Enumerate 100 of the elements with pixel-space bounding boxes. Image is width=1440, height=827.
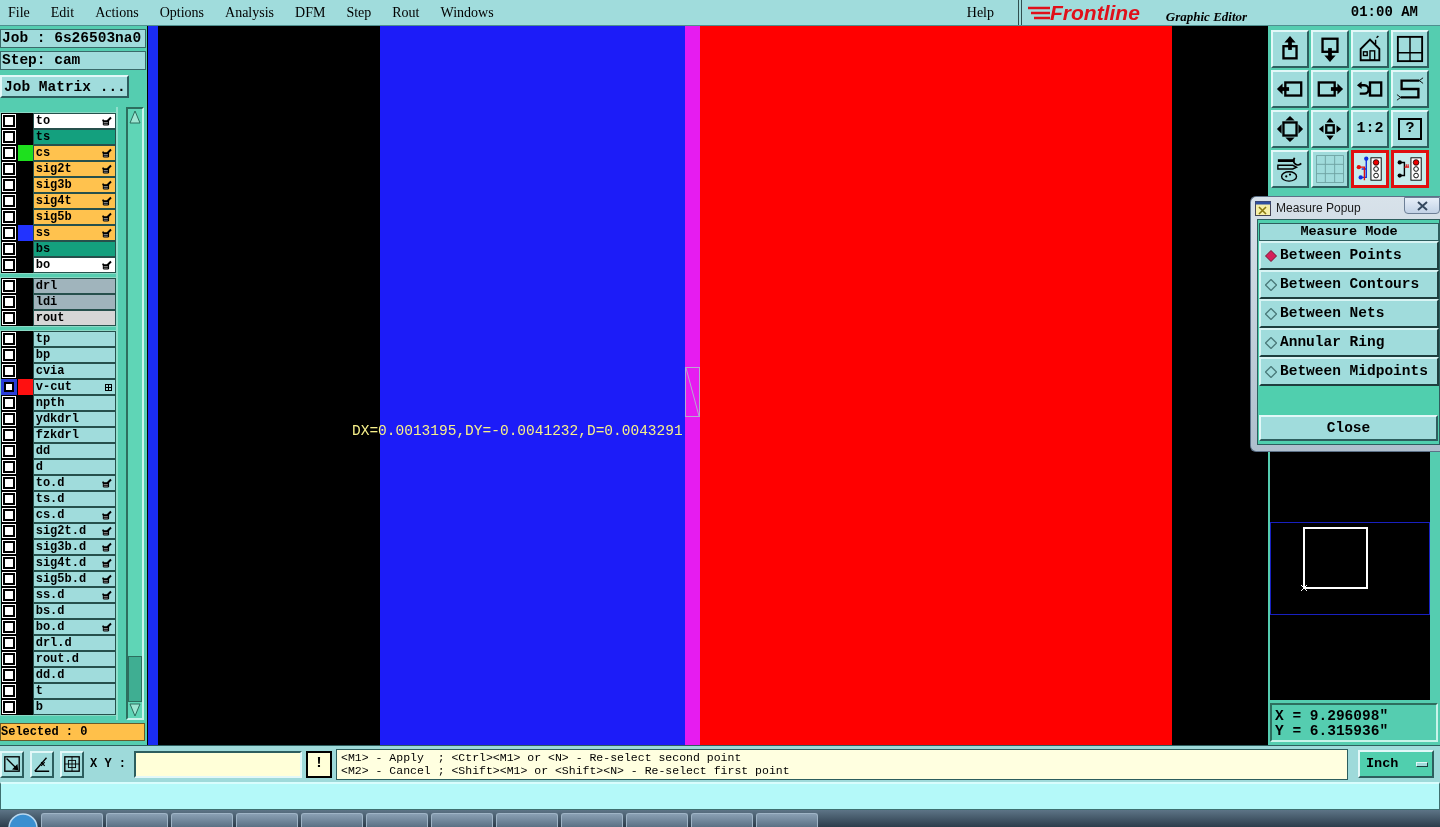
layer-checkbox[interactable] (2, 701, 15, 713)
layer-name-cell[interactable]: bo (32, 257, 116, 273)
layer-name-cell[interactable]: to (32, 113, 116, 129)
alert-button[interactable]: ! (306, 750, 332, 778)
layer-name-cell[interactable]: ydkdrl (32, 411, 116, 427)
layer-name-cell[interactable]: b (32, 699, 116, 715)
layer-checkbox[interactable] (2, 445, 15, 457)
view-frame[interactable] (1303, 527, 1368, 589)
toolbar-button[interactable] (1391, 150, 1429, 188)
layer-checkbox[interactable] (2, 259, 15, 271)
layer-checkbox[interactable] (2, 296, 15, 308)
layer-name-cell[interactable]: sig5b.d (32, 571, 116, 587)
layer-checkbox[interactable] (2, 461, 15, 473)
layer-checkbox[interactable] (2, 429, 15, 441)
layer-name-cell[interactable]: to.d (32, 475, 116, 491)
layer-name-cell[interactable]: tp (32, 331, 116, 347)
layer-name-cell[interactable]: rout (32, 310, 116, 326)
layer-name-cell[interactable]: ldi (32, 294, 116, 310)
layer-name-cell[interactable]: sig4t (32, 193, 116, 209)
layer-scrollbar[interactable] (126, 107, 144, 720)
layer-checkbox[interactable] (2, 131, 15, 143)
menu-item[interactable]: Edit (50, 3, 75, 22)
layer-checkbox[interactable] (2, 621, 15, 633)
layer-name-cell[interactable]: bp (32, 347, 116, 363)
layer-name-cell[interactable]: sig2t (32, 161, 116, 177)
toolbar-button[interactable]: 1:2 (1351, 110, 1389, 148)
layer-checkbox[interactable] (2, 589, 15, 601)
layer-checkbox[interactable] (2, 333, 15, 345)
xy-input-field[interactable] (134, 750, 302, 778)
layer-name-cell[interactable]: cs.d (32, 507, 116, 523)
layer-name-cell[interactable]: drl.d (32, 635, 116, 651)
layer-checkbox[interactable] (2, 605, 15, 617)
layer-name-cell[interactable]: ss (32, 225, 116, 241)
layer-name-cell[interactable]: bo.d (32, 619, 116, 635)
layer-name-cell[interactable]: ts (32, 129, 116, 145)
layer-checkbox[interactable] (2, 637, 15, 649)
layer-name-cell[interactable]: fzkdrl (32, 427, 116, 443)
layer-checkbox[interactable] (2, 541, 15, 553)
tool-button[interactable] (30, 750, 54, 778)
layer-checkbox[interactable] (2, 509, 15, 521)
layer-checkbox[interactable] (2, 557, 15, 569)
layer-name-cell[interactable]: sig2t.d (32, 523, 116, 539)
menu-item[interactable]: DFM (295, 3, 326, 22)
layer-name-cell[interactable]: bs.d (32, 603, 116, 619)
layer-checkbox[interactable] (2, 179, 15, 191)
layer-checkbox[interactable] (2, 243, 15, 255)
layer-name-cell[interactable]: v-cut (32, 379, 116, 395)
mode-option[interactable]: Between Contours (1259, 270, 1439, 299)
layer-name-cell[interactable]: dd (32, 443, 116, 459)
window-close-button[interactable] (1404, 197, 1440, 214)
layer-name-cell[interactable]: sig5b (32, 209, 116, 225)
layer-name-cell[interactable]: dd.d (32, 667, 116, 683)
close-button[interactable]: Close (1259, 415, 1438, 441)
tool-button[interactable] (0, 750, 24, 778)
layer-name-cell[interactable]: rout.d (32, 651, 116, 667)
layer-checkbox[interactable] (2, 477, 15, 489)
layer-checkbox[interactable] (2, 195, 15, 207)
layer-name-cell[interactable]: t (32, 683, 116, 699)
layer-checkbox[interactable] (2, 211, 15, 223)
layer-checkbox[interactable] (2, 685, 15, 697)
mode-option[interactable]: Annular Ring (1259, 328, 1439, 357)
menu-item[interactable]: File (8, 3, 30, 22)
layer-checkbox[interactable] (2, 573, 15, 585)
layer-checkbox[interactable] (2, 349, 15, 361)
tool-button[interactable] (60, 750, 84, 778)
menu-item[interactable]: Help (966, 3, 994, 22)
layer-checkbox[interactable] (2, 147, 15, 159)
layer-checkbox[interactable] (2, 312, 15, 324)
layer-checkbox[interactable] (2, 525, 15, 537)
menu-item[interactable]: Rout (392, 3, 420, 22)
toolbar-button[interactable]: ? (1391, 110, 1429, 148)
layer-checkbox[interactable] (2, 115, 15, 127)
menu-item[interactable]: Step (346, 3, 372, 22)
layer-checkbox[interactable] (2, 163, 15, 175)
layer-name-cell[interactable]: ts.d (32, 491, 116, 507)
layer-name-cell[interactable]: d (32, 459, 116, 475)
menu-item[interactable]: Actions (95, 3, 139, 22)
layer-checkbox[interactable] (2, 365, 15, 377)
toolbar-button[interactable] (1351, 150, 1389, 188)
layer-name-cell[interactable]: ss.d (32, 587, 116, 603)
units-dropdown[interactable]: Inch (1358, 750, 1434, 778)
layer-name-cell[interactable]: sig3b (32, 177, 116, 193)
layer-checkbox[interactable] (2, 669, 15, 681)
layer-checkbox[interactable] (2, 653, 15, 665)
menu-item[interactable]: Windows (440, 3, 494, 22)
layer-checkbox[interactable] (2, 280, 15, 292)
layer-name-cell[interactable]: bs (32, 241, 116, 257)
mode-option[interactable]: Between Points (1259, 241, 1439, 270)
layer-checkbox[interactable] (2, 397, 15, 409)
mode-option[interactable]: Between Nets (1259, 299, 1439, 328)
layer-name-cell[interactable]: npth (32, 395, 116, 411)
layer-checkbox[interactable] (2, 493, 15, 505)
layer-name-cell[interactable]: cs (32, 145, 116, 161)
job-matrix-button[interactable]: Job Matrix ... (0, 75, 129, 98)
layer-name-cell[interactable]: sig3b.d (32, 539, 116, 555)
layer-checkbox[interactable] (2, 227, 15, 239)
scrollbar-thumb[interactable] (128, 656, 142, 702)
layer-name-cell[interactable]: sig4t.d (32, 555, 116, 571)
menu-item[interactable]: Analysis (225, 3, 275, 22)
mode-option[interactable]: Between Midpoints (1259, 357, 1439, 386)
